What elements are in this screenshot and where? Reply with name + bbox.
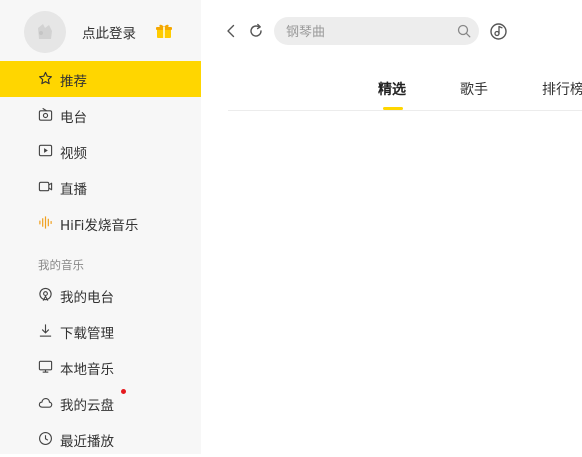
tab-singers[interactable]: 歌手	[460, 79, 488, 99]
back-arrow-icon[interactable]	[223, 23, 239, 39]
notification-dot	[121, 389, 126, 394]
sidebar-item-label: HiFi发烧音乐	[60, 218, 139, 234]
sidebar-item-label: 最近播放	[60, 434, 114, 450]
sidebar-item-recent[interactable]: 最近播放	[0, 421, 201, 457]
radio-icon	[38, 107, 53, 121]
video-icon	[38, 144, 53, 157]
star-icon	[39, 71, 52, 85]
sidebar-item-local-music[interactable]: 本地音乐	[0, 349, 201, 385]
sidebar-item-recommend[interactable]: 推荐	[0, 61, 201, 97]
sidebar-item-label: 推荐	[60, 74, 87, 90]
search-icon[interactable]	[457, 24, 471, 38]
sidebar-item-cloud[interactable]: 我的云盘	[0, 385, 201, 421]
refresh-icon[interactable]	[248, 23, 264, 39]
podcast-icon	[39, 287, 52, 301]
live-camera-icon	[38, 181, 53, 192]
music-recognition-icon[interactable]	[489, 22, 508, 41]
my-music-section-title: 我的音乐	[38, 258, 84, 272]
download-icon	[39, 324, 52, 337]
monitor-icon	[38, 360, 53, 373]
sidebar-item-label: 直播	[60, 182, 87, 198]
sidebar-item-downloads[interactable]: 下载管理	[0, 313, 201, 349]
sidebar-item-label: 本地音乐	[60, 362, 114, 378]
tab-featured[interactable]: 精选	[378, 79, 406, 99]
gift-icon[interactable]	[155, 22, 173, 40]
hifi-waveform-icon	[39, 216, 52, 229]
sidebar-item-my-radio[interactable]: 我的电台	[0, 277, 201, 313]
sidebar-item-label: 视频	[60, 146, 87, 162]
default-avatar-icon	[24, 11, 66, 53]
sidebar-item-radio[interactable]: 电台	[0, 97, 201, 133]
tab-divider	[228, 110, 582, 111]
sidebar-item-live[interactable]: 直播	[0, 169, 201, 205]
search-box[interactable]	[274, 17, 479, 45]
sidebar-item-label: 下载管理	[60, 326, 114, 342]
sidebar-item-label: 我的云盘	[60, 398, 114, 414]
sidebar-item-label: 电台	[60, 110, 87, 126]
sidebar: 点此登录 推荐 电台 视频 直播 HiFi发烧音乐 我的音乐 我的电台 下载管理…	[0, 0, 201, 454]
user-panel: 点此登录	[0, 0, 201, 62]
tab-charts[interactable]: 排行榜	[542, 79, 582, 99]
sidebar-item-hifi[interactable]: HiFi发烧音乐	[0, 205, 201, 241]
login-link[interactable]: 点此登录	[82, 22, 136, 42]
cloud-icon	[38, 397, 53, 408]
search-input[interactable]	[284, 21, 448, 43]
avatar[interactable]	[24, 11, 66, 53]
sidebar-item-video[interactable]: 视频	[0, 133, 201, 169]
clock-icon	[39, 432, 52, 445]
sidebar-item-label: 我的电台	[60, 290, 114, 306]
